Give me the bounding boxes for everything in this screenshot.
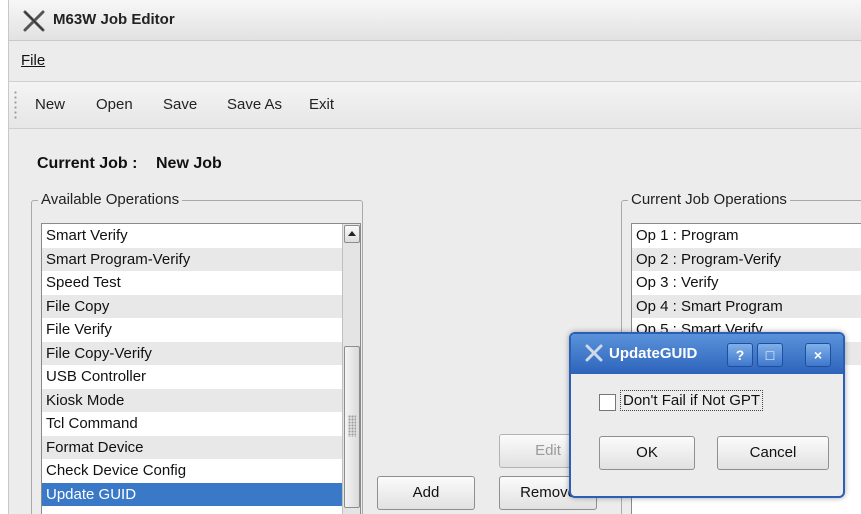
job-editor-window: M63W Job Editor File New Open Save Save … [8, 0, 861, 514]
available-operations-group: Available Operations Smart Verify Smart P… [31, 191, 363, 514]
available-operations-title: Available Operations [38, 191, 183, 208]
add-button[interactable]: Add [377, 476, 475, 510]
current-job-name: New Job [156, 155, 222, 172]
help-icon[interactable]: ? [727, 343, 753, 367]
scroll-up-arrow-icon[interactable] [344, 225, 360, 243]
window-title: M63W Job Editor [53, 11, 175, 28]
update-guid-dialog: UpdateGUID ? □ × Don't Fail if Not GPT O… [569, 332, 845, 498]
list-item[interactable]: Check Device Config [42, 459, 360, 483]
list-item[interactable]: Speed Test [42, 271, 360, 295]
list-item[interactable]: Smart Program-Verify [42, 247, 360, 271]
available-operations-list[interactable]: Smart Verify Smart Program-Verify Speed Te… [41, 223, 361, 514]
save-button[interactable]: Save [163, 96, 197, 113]
exit-button[interactable]: Exit [309, 96, 334, 113]
list-item[interactable]: File Verify [42, 318, 360, 342]
close-icon[interactable]: × [805, 343, 831, 367]
dont-fail-checkbox[interactable] [599, 394, 616, 411]
list-item[interactable]: Smart Verify [42, 224, 360, 248]
x-logo-icon [585, 344, 603, 362]
list-item[interactable]: File Copy-Verify [42, 341, 360, 365]
dont-fail-checkbox-label[interactable]: Don't Fail if Not GPT [620, 390, 764, 411]
save-as-button[interactable]: Save As [227, 96, 282, 113]
ok-button[interactable]: OK [599, 436, 695, 470]
dialog-title: UpdateGUID [609, 345, 698, 362]
list-item[interactable]: File Copy [42, 294, 360, 318]
list-item[interactable]: Op 1 : Program [632, 224, 861, 248]
list-item[interactable]: Op 2 : Program-Verify [632, 247, 861, 271]
current-job-operations-title: Current Job Operations [628, 191, 790, 208]
scrollbar-thumb[interactable] [344, 346, 360, 508]
toolbar-grip[interactable] [13, 90, 18, 120]
x-logo-icon [23, 10, 45, 32]
list-item[interactable]: Op 3 : Verify [632, 271, 861, 295]
cancel-button[interactable]: Cancel [717, 436, 829, 470]
dialog-title-bar[interactable]: UpdateGUID ? □ × [571, 334, 843, 374]
current-job-label: Current Job : [37, 155, 138, 172]
toolbar: New Open Save Save As Exit [9, 82, 861, 129]
list-item[interactable]: Update GUID [42, 482, 360, 506]
maximize-icon[interactable]: □ [757, 343, 783, 367]
menu-bar: File [9, 41, 861, 82]
title-bar[interactable]: M63W Job Editor [9, 0, 861, 41]
available-list-scrollbar[interactable] [342, 224, 360, 514]
list-item[interactable]: Op 4 : Smart Program [632, 294, 861, 318]
menu-file[interactable]: File [21, 52, 45, 69]
list-item[interactable]: USB Controller [42, 365, 360, 389]
menu-file-label: File [21, 52, 46, 69]
open-button[interactable]: Open [96, 96, 133, 113]
new-button[interactable]: New [35, 96, 65, 113]
list-item[interactable]: Tcl Command [42, 412, 360, 436]
list-item[interactable]: Kiosk Mode [42, 388, 360, 412]
list-item[interactable]: Format Device [42, 435, 360, 459]
